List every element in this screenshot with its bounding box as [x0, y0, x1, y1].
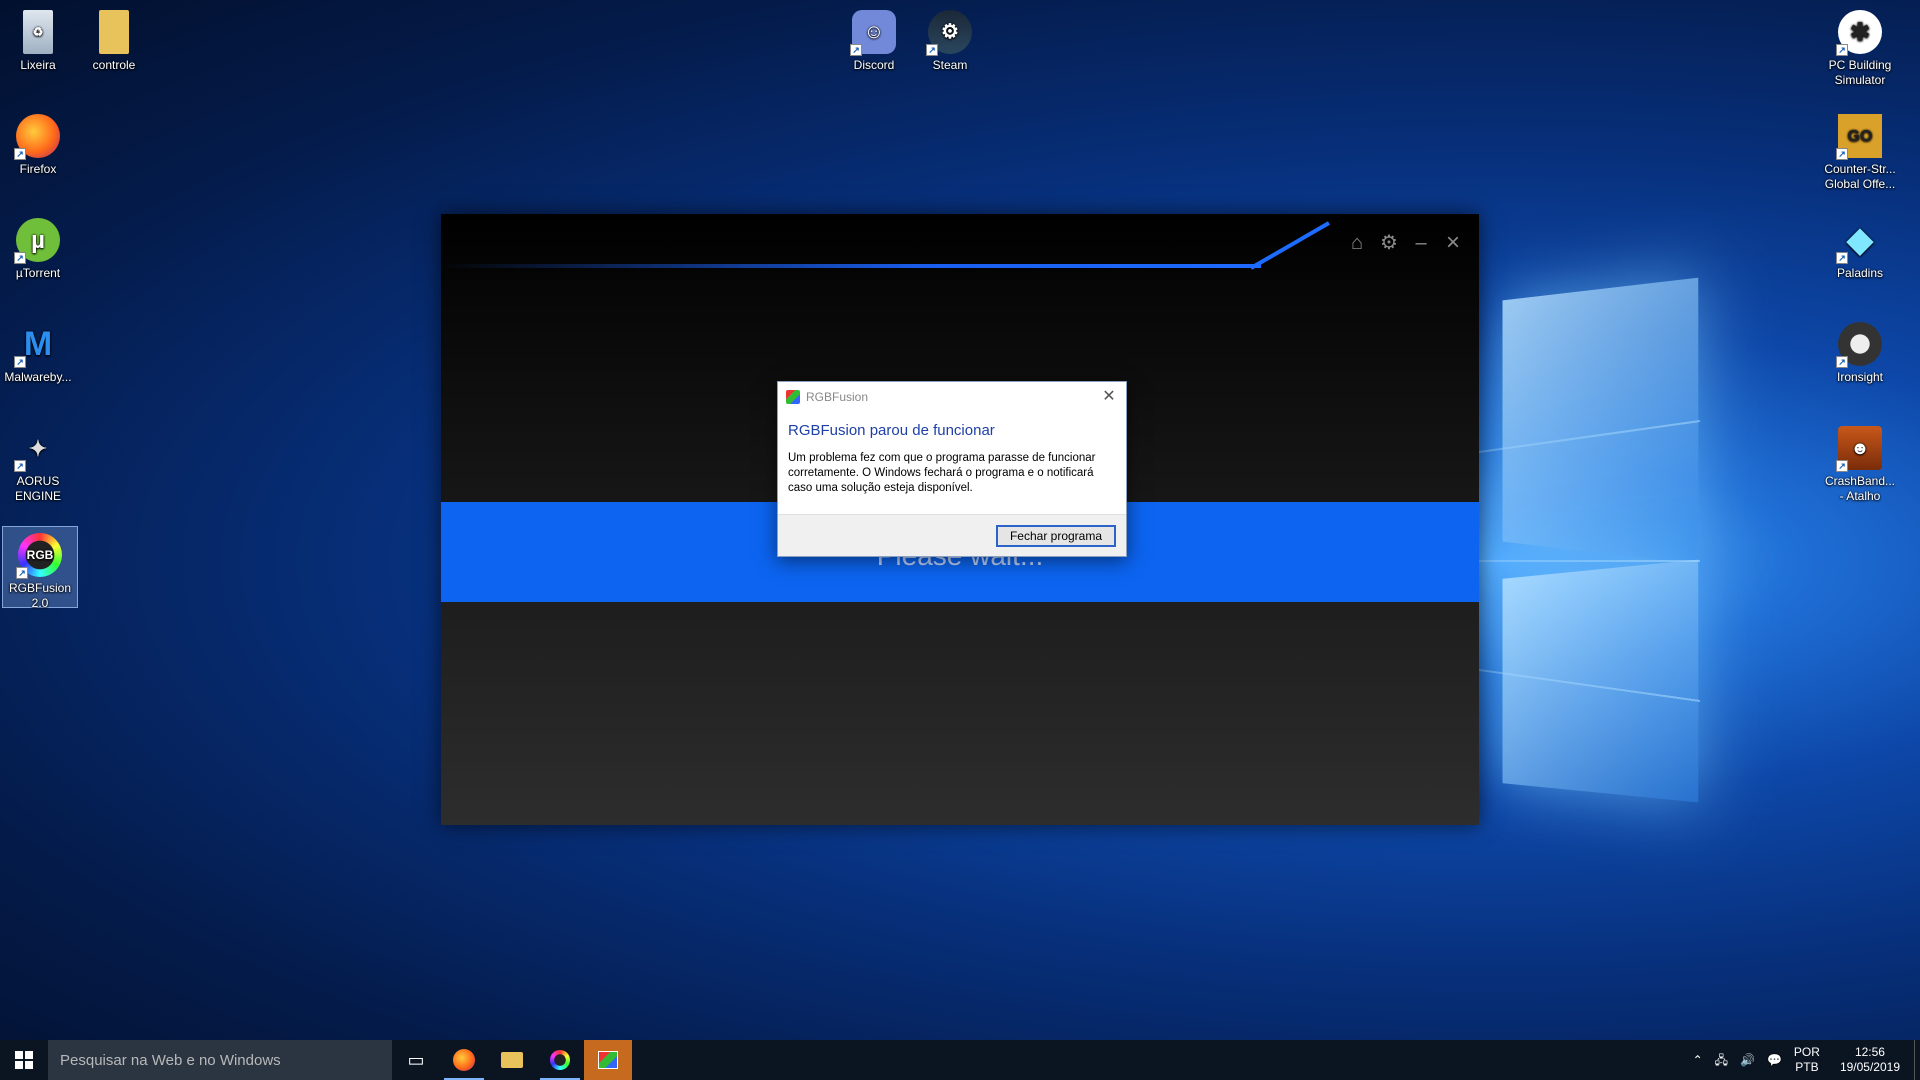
folder-icon	[501, 1052, 523, 1068]
desktop-icon-rgbfusion[interactable]: RGB ↗ RGBFusion 2.0	[2, 526, 78, 610]
rgbfusion-icon: RGB ↗	[16, 533, 62, 579]
pc-building-simulator-icon: ✱ ↗	[1836, 10, 1882, 56]
desktop-icon-aorus[interactable]: ✦ ↗ AORUS ENGINE	[0, 420, 76, 504]
dialog-heading: RGBFusion parou de funcionar	[788, 422, 995, 439]
desktop-icon-malwarebytes[interactable]: M ↗ Malwareby...	[0, 316, 76, 390]
system-tray: ⌃ 🖧 🔊 💬 POR PTB 12:56 19/05/2019	[1687, 1040, 1920, 1080]
desktop-icon-label: AORUS ENGINE	[14, 474, 61, 503]
error-reporting-icon	[598, 1051, 618, 1069]
crash-bandicoot-icon: ☻ ↗	[1836, 426, 1882, 472]
folder-icon	[99, 10, 129, 54]
dialog-message: Um problema fez com que o programa paras…	[788, 452, 1096, 494]
volume-icon[interactable]: 🔊	[1734, 1053, 1761, 1068]
taskbar-error-reporting[interactable]	[584, 1040, 632, 1080]
desktop-icon-controle[interactable]: controle	[76, 4, 152, 78]
csgo-icon: GO ↗	[1836, 114, 1882, 160]
close-icon[interactable]: ✕	[1098, 386, 1120, 408]
desktop-icon-crash-bandicoot[interactable]: ☻ ↗ CrashBand... - Atalho	[1822, 420, 1898, 504]
clock-time: 12:56	[1854, 1045, 1885, 1059]
desktop-icon-pc-building-simulator[interactable]: ✱ ↗ PC Building Simulator	[1822, 4, 1898, 88]
firefox-icon: ↗	[14, 114, 60, 160]
utorrent-icon: µ ↗	[14, 218, 60, 264]
desktop-icon-label: Ironsight	[1836, 370, 1884, 384]
language-bottom: PTB	[1795, 1060, 1819, 1074]
dialog-title: RGBFusion	[806, 390, 869, 404]
desktop-icon-label: Counter-Str... Global Offe...	[1824, 162, 1896, 191]
clock[interactable]: 12:56 19/05/2019	[1826, 1045, 1914, 1075]
task-view-button[interactable]: ▭	[392, 1040, 440, 1080]
desktop-icon-paladins[interactable]: ◆ ↗ Paladins	[1822, 212, 1898, 286]
desktop-icon-label: Paladins	[1836, 266, 1884, 280]
rgbfusion-app-icon	[786, 390, 800, 404]
desktop-icon-csgo[interactable]: GO ↗ Counter-Str... Global Offe...	[1822, 108, 1898, 192]
taskbar-firefox[interactable]	[440, 1040, 488, 1080]
clock-date: 19/05/2019	[1839, 1060, 1900, 1074]
desktop-icon-ironsight[interactable]: ↗ Ironsight	[1822, 316, 1898, 390]
desktop-icon-recycle-bin[interactable]: ♻ Lixeira	[0, 4, 76, 78]
language-indicator[interactable]: POR PTB	[1788, 1045, 1826, 1075]
search-placeholder: Pesquisar na Web e no Windows	[60, 1051, 281, 1069]
desktop-icon-label: Firefox	[19, 162, 57, 176]
desktop-icon-label: Lixeira	[20, 58, 56, 72]
language-top: POR	[1793, 1045, 1820, 1059]
header-accent-line	[441, 264, 1261, 268]
network-icon[interactable]: 🖧	[1709, 1053, 1734, 1068]
desktop-icon-discord[interactable]: ☺ ↗ Discord	[836, 4, 912, 78]
error-dialog: RGBFusion ✕ RGBFusion parou de funcionar…	[777, 381, 1127, 557]
home-icon[interactable]: ⌂	[1344, 230, 1370, 256]
malwarebytes-icon: M ↗	[14, 322, 60, 368]
desktop-icon-firefox[interactable]: ↗ Firefox	[0, 108, 76, 182]
gear-icon[interactable]: ⚙	[1376, 230, 1402, 256]
minimize-icon[interactable]: –	[1408, 230, 1434, 256]
desktop-icon-label: PC Building Simulator	[1828, 58, 1892, 87]
rgbfusion-icon	[550, 1050, 570, 1070]
steam-icon: ⚙ ↗	[926, 10, 972, 56]
ironsight-icon: ↗	[1836, 322, 1882, 368]
taskbar-file-explorer[interactable]	[488, 1040, 536, 1080]
dialog-footer: Fechar programa	[778, 514, 1126, 556]
taskbar-rgbfusion[interactable]	[536, 1040, 584, 1080]
close-program-button[interactable]: Fechar programa	[996, 525, 1116, 547]
desktop-icon-label: Malwareby...	[4, 370, 72, 384]
header-accent-slant	[1250, 221, 1330, 270]
firefox-icon	[453, 1049, 475, 1071]
aorus-icon: ✦ ↗	[14, 426, 60, 472]
desktop-icon-label: controle	[92, 58, 136, 72]
search-input[interactable]: Pesquisar na Web e no Windows	[48, 1040, 392, 1080]
notifications-icon[interactable]: 💬	[1761, 1053, 1788, 1068]
taskbar: Pesquisar na Web e no Windows ▭ ⌃ 🖧 🔊 💬 …	[0, 1040, 1920, 1080]
dialog-titlebar: RGBFusion	[778, 382, 1126, 412]
desktop-icon-steam[interactable]: ⚙ ↗ Steam	[912, 4, 988, 78]
desktop-icon-label: Steam	[932, 58, 968, 72]
desktop-icon-label: µTorrent	[15, 266, 61, 280]
desktop-icon-utorrent[interactable]: µ ↗ µTorrent	[0, 212, 76, 286]
windows-logo-icon	[15, 1051, 33, 1069]
discord-icon: ☺ ↗	[850, 10, 896, 56]
desktop-icon-label: CrashBand... - Atalho	[1824, 474, 1896, 503]
recycle-bin-icon: ♻	[23, 10, 53, 54]
task-view-icon: ▭	[407, 1049, 425, 1070]
start-button[interactable]	[0, 1040, 48, 1080]
desktop-icon-label: Discord	[853, 58, 895, 72]
paladins-icon: ◆ ↗	[1836, 218, 1882, 264]
show-desktop-button[interactable]	[1914, 1040, 1920, 1080]
desktop-icon-label: RGBFusion 2.0	[8, 581, 72, 610]
close-icon[interactable]: ×	[1440, 230, 1466, 256]
chevron-up-icon[interactable]: ⌃	[1687, 1053, 1709, 1068]
